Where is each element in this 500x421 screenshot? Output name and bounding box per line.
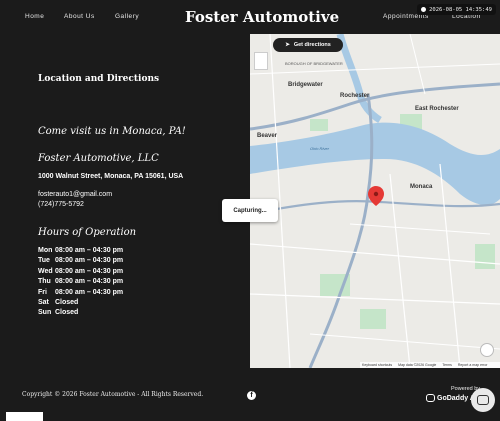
hours-row-wed: Wed 08:00 am – 04:30 pm xyxy=(38,267,123,277)
get-directions-button[interactable]: ➤ Get directions xyxy=(273,38,343,52)
hours-value: 08:00 am – 04:30 pm xyxy=(55,247,124,254)
section-title: Location and Directions xyxy=(38,74,160,84)
map-label-monaca: Monaca xyxy=(410,184,433,190)
park-area xyxy=(475,244,495,269)
hours-value: Closed xyxy=(55,298,79,306)
hours-day: Tue xyxy=(38,257,50,265)
chat-button[interactable] xyxy=(471,388,495,412)
report-error-link[interactable]: Report a map error xyxy=(458,363,488,367)
hours-list: Mon 08:00 am – 04:30 pm Tue 08:00 am – 04:… xyxy=(38,246,123,319)
hours-title: Hours of Operation xyxy=(38,227,137,238)
godaddy-logo-icon xyxy=(426,394,435,402)
hours-row-thu: Thu 08:00 am – 04:30 pm xyxy=(38,277,123,287)
hours-row-sun: Sun Closed xyxy=(38,308,123,318)
capturing-toast: Capturing... xyxy=(222,199,278,222)
highway xyxy=(250,82,500,131)
map-label-bridgewater: Bridgewater xyxy=(288,82,323,88)
map-label-ohio-river: Ohio River xyxy=(310,146,329,151)
godaddy-label: GoDaddy A xyxy=(437,394,475,402)
map-zoom-button[interactable] xyxy=(480,343,494,357)
hours-value: Closed xyxy=(55,309,79,317)
hours-value: 08:00 am – 04:30 pm xyxy=(55,257,124,265)
park-area xyxy=(310,119,328,131)
road xyxy=(439,163,461,368)
chat-bubble-icon xyxy=(477,395,489,405)
hours-day: Fri xyxy=(38,288,47,296)
tagline: Come visit us in Monaca, PA! xyxy=(38,126,186,137)
map-label-rochester: Rochester xyxy=(340,93,370,99)
road xyxy=(250,293,500,305)
terms-link[interactable]: Terms xyxy=(442,363,452,367)
facebook-icon[interactable]: f xyxy=(247,391,256,400)
copyright-text: Copyright © 2026 Foster Automotive - All… xyxy=(22,391,204,398)
hours-day: Mon xyxy=(38,247,53,254)
road xyxy=(309,333,500,350)
hours-row-mon: Mon 08:00 am – 04:30 pm xyxy=(38,246,123,256)
map-data-text: Map data ©2026 Google xyxy=(398,363,437,367)
map-label-borough: BOROUGH OF BRIDGEWATER xyxy=(285,61,343,66)
email-link[interactable]: fosterauto1@gmail.com xyxy=(38,191,112,198)
hours-day: Thu xyxy=(38,278,51,286)
hours-value: 08:00 am – 04:30 pm xyxy=(55,288,124,296)
road xyxy=(250,243,500,265)
pin-dot xyxy=(373,191,379,197)
keyboard-shortcuts-link[interactable]: Keyboard shortcuts xyxy=(362,363,392,367)
address[interactable]: 1000 Walnut Street, Monaca, PA 15061, US… xyxy=(38,173,183,180)
hours-value: 08:00 am – 04:30 pm xyxy=(55,267,124,275)
business-name: Foster Automotive, LLC xyxy=(38,153,159,164)
nav-gallery[interactable]: Gallery xyxy=(115,13,139,20)
navigation-arrow-icon: ➤ xyxy=(285,42,290,48)
map-attribution: Keyboard shortcuts Map data ©2026 Google… xyxy=(360,362,500,368)
hours-row-fri: Fri 08:00 am – 04:30 pm xyxy=(38,288,123,298)
park-area xyxy=(360,309,386,329)
bottom-tab[interactable] xyxy=(6,412,43,421)
clock-icon xyxy=(421,7,427,12)
phone-link[interactable]: (724)775-5792 xyxy=(38,201,84,208)
nav-about-us[interactable]: About Us xyxy=(64,13,95,20)
godaddy-link[interactable]: GoDaddy A xyxy=(426,394,475,402)
clock-text: 2026-08-05 14:35:49 xyxy=(429,6,492,13)
brand-title[interactable]: Foster Automotive xyxy=(185,8,339,26)
road xyxy=(349,223,491,235)
map-layer-control[interactable] xyxy=(254,52,268,70)
map-embed[interactable]: BOROUGH OF BRIDGEWATER Bridgewater Roche… xyxy=(250,34,500,368)
hours-day: Sat xyxy=(38,298,49,306)
hours-day: Wed xyxy=(38,267,53,275)
road xyxy=(409,34,426,95)
nav-home[interactable]: Home xyxy=(25,13,44,20)
get-directions-label: Get directions xyxy=(293,42,331,48)
map-label-east-rochester: East Rochester xyxy=(415,106,459,112)
hours-value: 08:00 am – 04:30 pm xyxy=(55,278,124,286)
hours-row-tue: Tue 08:00 am – 04:30 pm xyxy=(38,256,123,266)
hours-row-sat: Sat Closed xyxy=(38,298,123,308)
beaver-river xyxy=(336,34,382,124)
clock-overlay: 2026-08-05 14:35:49 xyxy=(417,4,496,15)
hours-day: Sun xyxy=(38,309,52,317)
map-label-beaver: Beaver xyxy=(257,133,278,139)
